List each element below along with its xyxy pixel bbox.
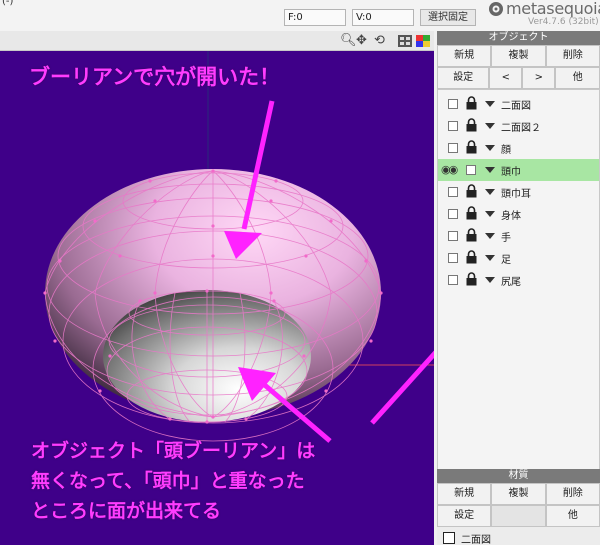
caption-bottom: オブジェクト「頭ブーリアン」は 無くなって、「頭巾」と重なった ところに面が出来… [31, 436, 434, 526]
expand-triangle-icon[interactable] [485, 145, 495, 151]
object-row-selected[interactable]: ◉◉ 頭巾 [438, 159, 599, 181]
material-item[interactable]: 二面図 [441, 529, 591, 545]
logo-name: metasequoia [506, 0, 600, 18]
vertex-count-field: V:0 [352, 9, 414, 26]
object-row[interactable]: 尻尾 [438, 269, 599, 291]
object-row[interactable]: 二面図 [438, 93, 599, 115]
object-name: 顔 [501, 145, 511, 156]
lock-icon[interactable] [466, 206, 477, 220]
lock-icon[interactable] [466, 272, 477, 286]
object-row[interactable]: 足 [438, 247, 599, 269]
object-name: 身体 [501, 211, 521, 222]
object-more-button[interactable]: 他 [555, 67, 600, 89]
expand-triangle-icon[interactable] [485, 167, 495, 173]
object-name: 足 [501, 255, 511, 266]
object-row[interactable]: 身体 [438, 203, 599, 225]
material-settings-button[interactable]: 設定 [437, 505, 492, 527]
app-version: Ver4.7.6 (32bit) [528, 17, 599, 27]
object-panel-title: オブジェクト [437, 31, 600, 45]
visibility-checkbox[interactable] [448, 253, 458, 263]
visibility-checkbox[interactable] [448, 231, 458, 241]
lock-icon[interactable] [466, 96, 477, 110]
visibility-checkbox[interactable] [448, 99, 458, 109]
grid-toggle-icon[interactable] [398, 35, 412, 47]
material-panel-title: 材質 [437, 469, 600, 483]
logo-icon [489, 2, 503, 16]
caption-bottom-line-3: ところに面が出来てる [31, 500, 222, 522]
material-buttons-row-2: 設定 他 [437, 505, 600, 527]
duplicate-material-button[interactable]: 複製 [491, 483, 546, 505]
visibility-checkbox[interactable] [466, 165, 476, 175]
visibility-checkbox[interactable] [448, 209, 458, 219]
object-name: 頭巾耳 [501, 189, 531, 200]
object-name: 二面図２ [501, 123, 541, 134]
color-toggle-icon[interactable] [416, 35, 430, 47]
object-buttons-row-2: 設定 < > 他 [437, 67, 600, 89]
visibility-checkbox[interactable] [448, 187, 458, 197]
caption-bottom-line-2: 無くなって、「頭巾」と重なった [31, 470, 305, 492]
delete-material-button[interactable]: 削除 [545, 483, 600, 505]
expand-triangle-icon[interactable] [485, 189, 495, 195]
object-name: 頭巾 [501, 167, 521, 178]
zoom-icon[interactable]: 🔍︎ [340, 33, 357, 48]
material-blank-button [491, 505, 546, 527]
prev-object-button[interactable]: < [489, 67, 523, 89]
viewport-toolbar: 🔍︎ ✥ ⟲ [0, 31, 434, 51]
eye-icon[interactable]: ◉◉ [441, 163, 458, 176]
truncated-menu-text: (-) [2, 0, 14, 7]
visibility-checkbox[interactable] [448, 143, 458, 153]
delete-object-button[interactable]: 削除 [545, 45, 600, 67]
object-name: 手 [501, 233, 511, 244]
caption-top: ブーリアンで穴が開いた！ [29, 65, 281, 89]
object-row[interactable]: 頭巾耳 [438, 181, 599, 203]
expand-triangle-icon[interactable] [485, 101, 495, 107]
lock-icon[interactable] [466, 140, 477, 154]
new-object-button[interactable]: 新規 [437, 45, 492, 67]
object-row[interactable]: 顔 [438, 137, 599, 159]
rotate-icon[interactable]: ⟲ [374, 33, 385, 48]
top-status-bar: (-) F:0 V:0 選択固定 metasequoia Ver4.7.6 (3… [0, 0, 600, 31]
3d-viewport[interactable]: ブーリアンで穴が開いた！ オブジェクト「頭ブーリアン」は 無くなって、「頭巾」と… [0, 51, 434, 545]
face-count-field: F:0 [284, 9, 346, 26]
visibility-checkbox[interactable] [448, 121, 458, 131]
object-name: 二面図 [501, 101, 531, 112]
material-swatch [443, 532, 455, 544]
material-panel: 材質 新規 複製 削除 設定 他 二面図 [437, 469, 600, 545]
object-row[interactable]: 二面図２ [438, 115, 599, 137]
new-material-button[interactable]: 新規 [437, 483, 492, 505]
next-object-button[interactable]: > [522, 67, 556, 89]
object-list[interactable]: 二面図 二面図２ 顔 ◉◉ 頭巾 頭巾耳 身体 手 足 尻尾 [437, 89, 600, 491]
object-panel: オブジェクト 新規 複製 削除 設定 < > 他 二面図 二面図２ 顔 ◉◉ 頭… [437, 31, 600, 545]
lock-icon[interactable] [466, 228, 477, 242]
visibility-checkbox[interactable] [448, 275, 458, 285]
lock-icon[interactable] [466, 184, 477, 198]
material-name: 二面図 [461, 535, 491, 545]
material-more-button[interactable]: 他 [545, 505, 600, 527]
app-logo: metasequoia Ver4.7.6 (32bit) [488, 0, 600, 31]
object-name: 尻尾 [501, 277, 521, 288]
object-settings-button[interactable]: 設定 [437, 67, 490, 89]
selection-fix-button[interactable]: 選択固定 [420, 9, 476, 26]
expand-triangle-icon[interactable] [485, 123, 495, 129]
expand-triangle-icon[interactable] [485, 211, 495, 217]
expand-triangle-icon[interactable] [485, 255, 495, 261]
caption-bottom-line-1: オブジェクト「頭ブーリアン」は [31, 440, 316, 462]
material-buttons-row-1: 新規 複製 削除 [437, 483, 600, 505]
lock-icon[interactable] [466, 118, 477, 132]
object-row[interactable]: 手 [438, 225, 599, 247]
move-icon[interactable]: ✥ [356, 33, 367, 48]
expand-triangle-icon[interactable] [485, 277, 495, 283]
lock-icon[interactable] [466, 250, 477, 264]
duplicate-object-button[interactable]: 複製 [491, 45, 546, 67]
expand-triangle-icon[interactable] [485, 233, 495, 239]
object-buttons-row-1: 新規 複製 削除 [437, 45, 600, 67]
